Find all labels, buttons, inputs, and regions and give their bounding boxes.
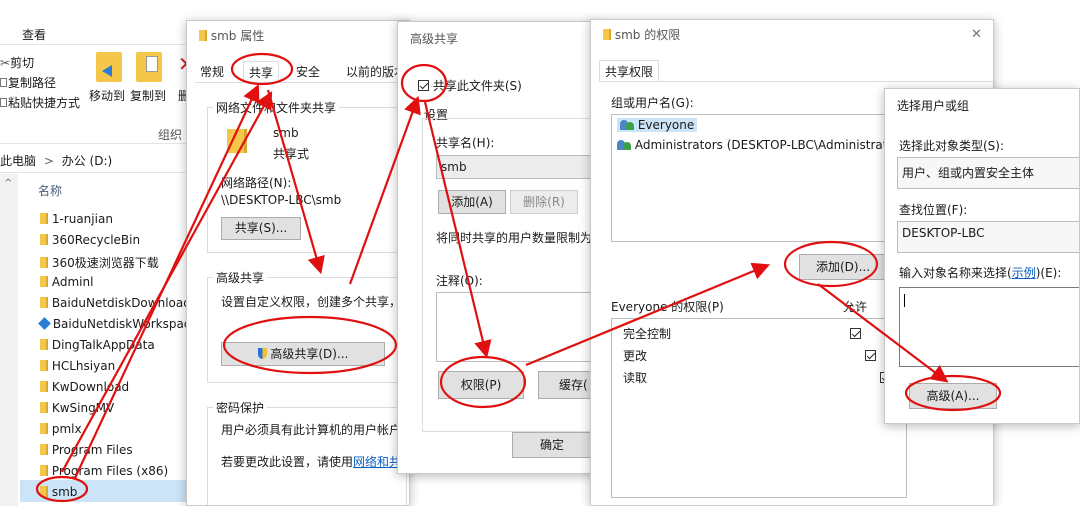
annotation-overlay xyxy=(35,52,1002,503)
circle-advanced-button xyxy=(904,374,1002,412)
circle-permissions-button xyxy=(439,355,527,409)
arrow-advanced-to-checkbox xyxy=(348,95,421,285)
circle-share-checkbox xyxy=(400,63,448,103)
circle-smb-folder xyxy=(35,475,89,503)
arrow-checkbox-to-permissions xyxy=(423,101,492,359)
arrow-tab-to-advanced xyxy=(266,89,325,275)
arrow-add-to-advanced xyxy=(817,283,949,383)
arrow-folder-to-sharing xyxy=(61,91,273,473)
circle-advanced-share-button xyxy=(222,315,398,375)
arrow-permissions-to-add xyxy=(525,262,771,367)
circle-sharing-tab xyxy=(230,52,294,86)
circle-add-button xyxy=(783,240,879,288)
